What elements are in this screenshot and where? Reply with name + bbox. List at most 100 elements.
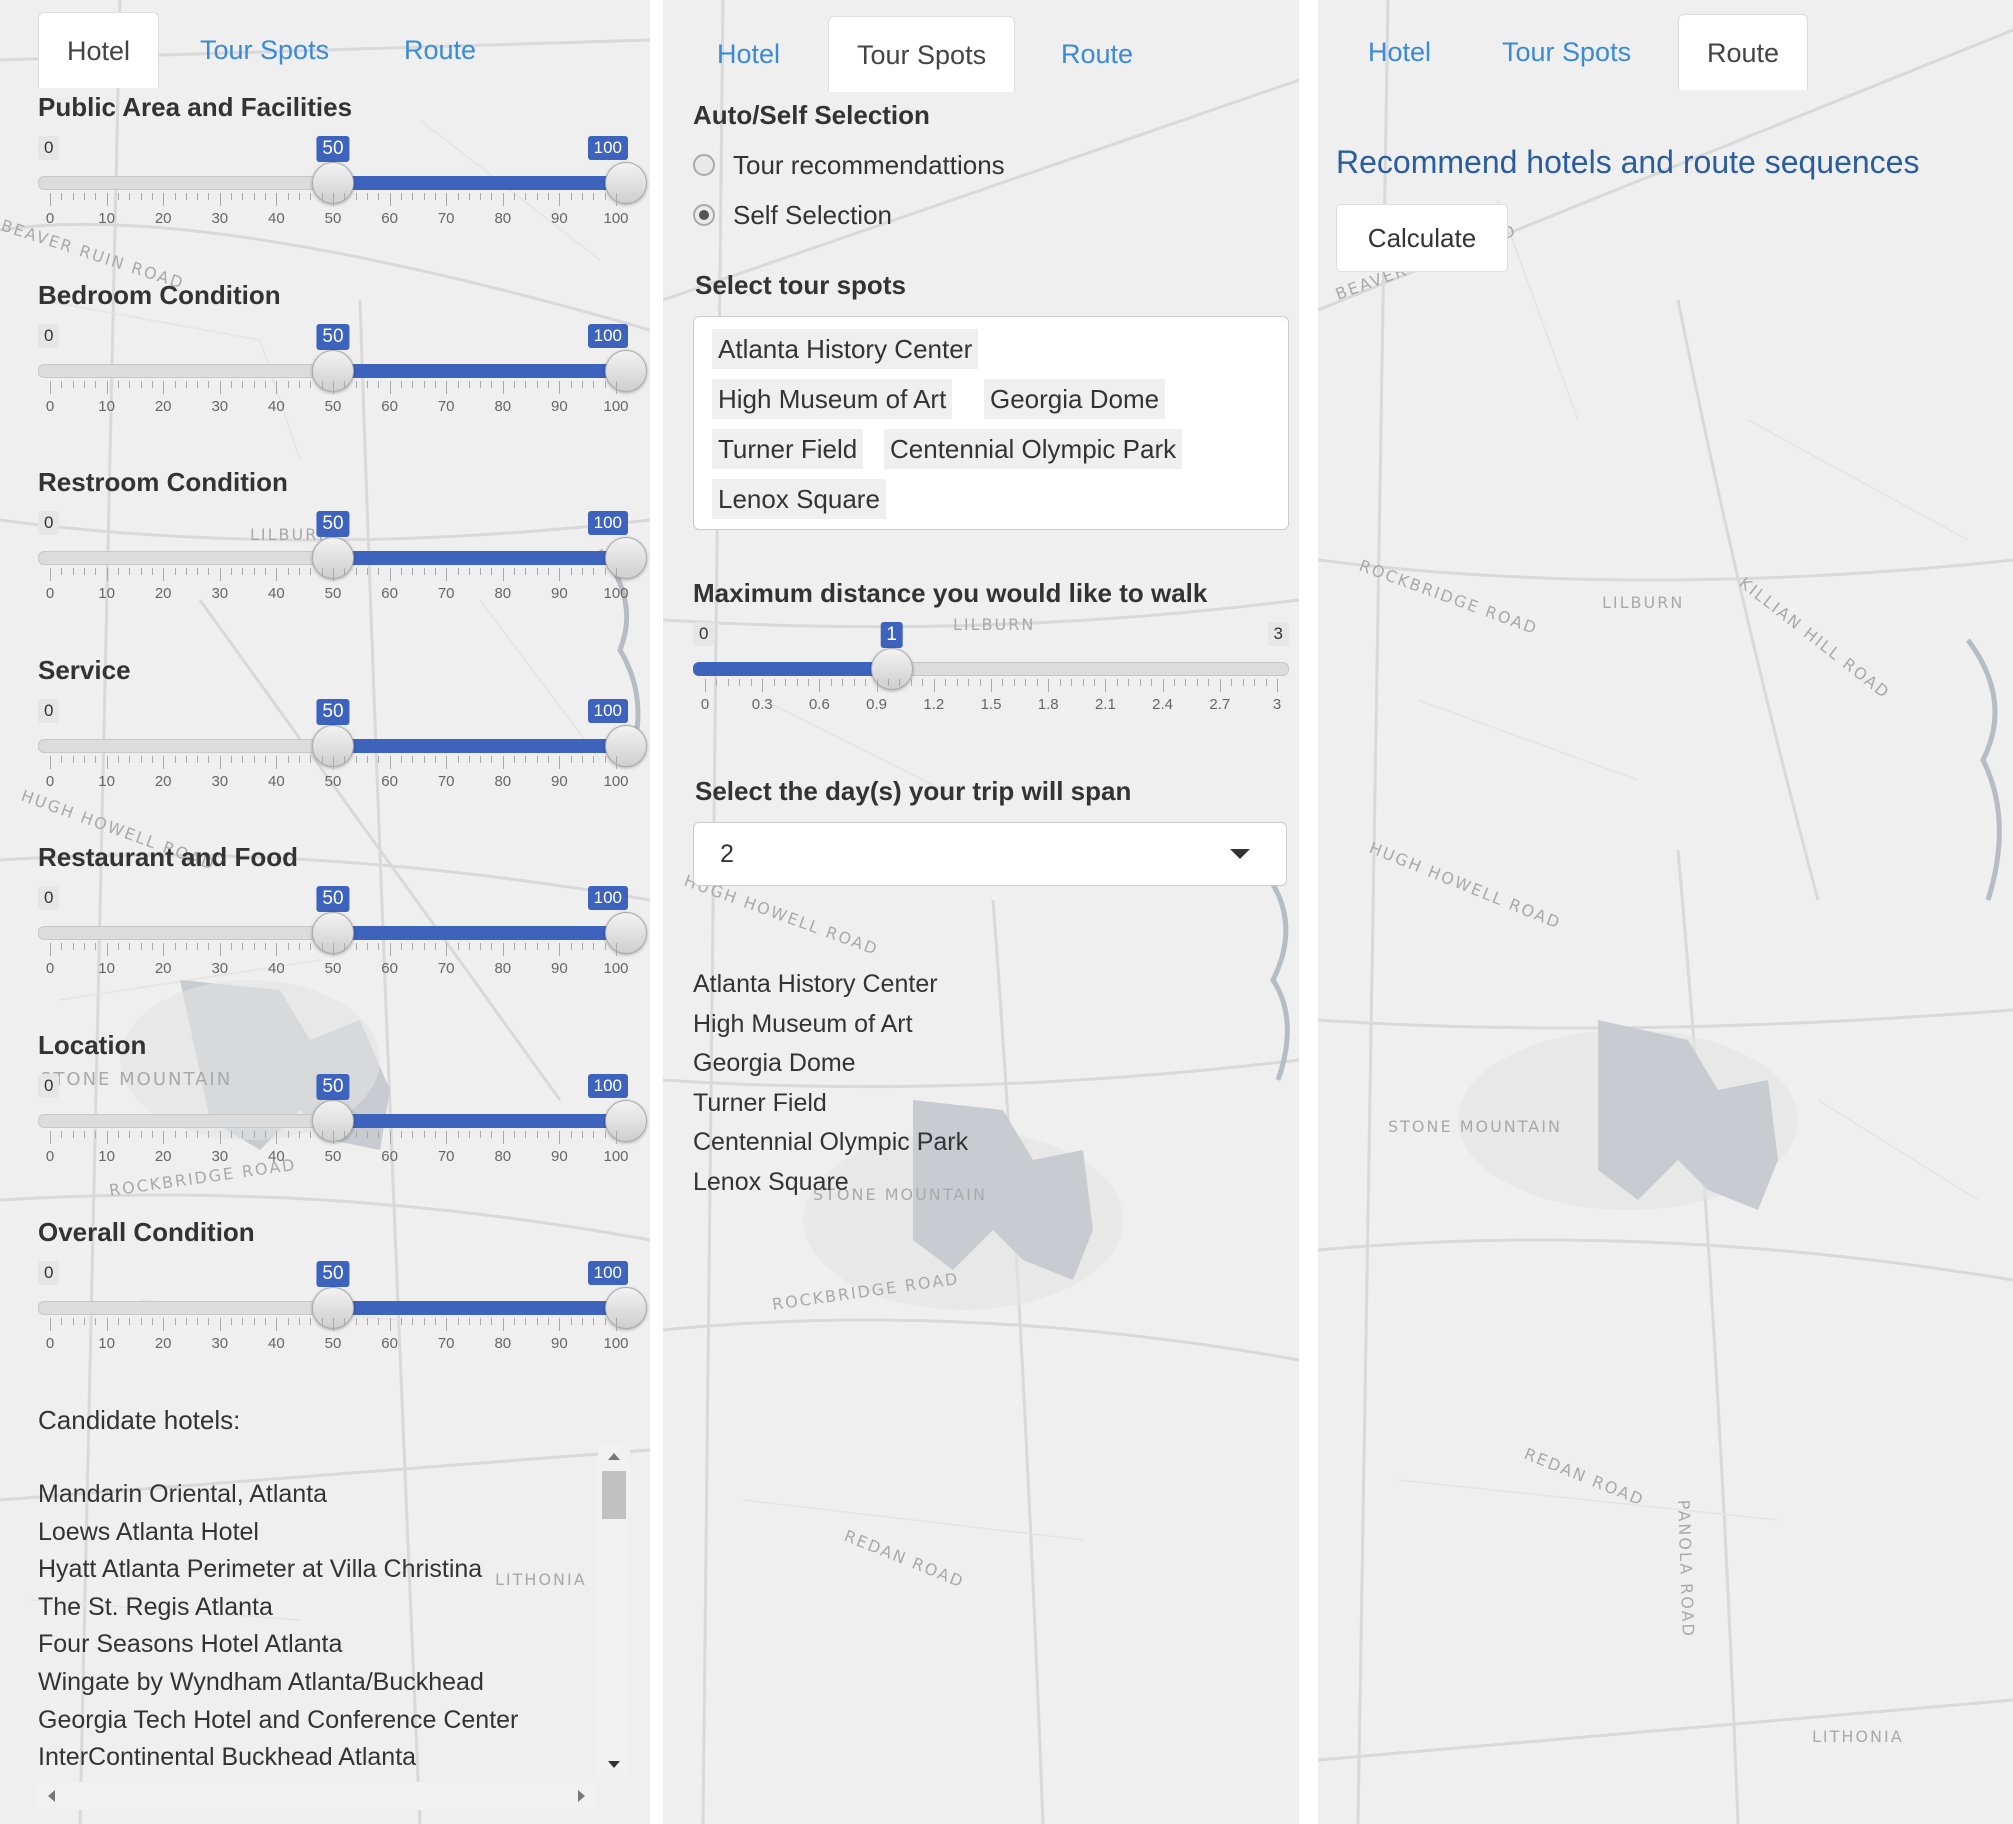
slider-tick	[174, 1130, 176, 1138]
tab-tour-spots[interactable]: Tour Spots	[1474, 14, 1659, 90]
slider-tick	[344, 568, 346, 575]
slider-tick	[50, 943, 51, 956]
scroll-thumb[interactable]	[602, 1471, 626, 1519]
candidate-hotel-item[interactable]: Georgia Tech Hotel and Conference Center	[38, 1706, 518, 1735]
candidate-hotel-item[interactable]: Loews Atlanta Hotel	[38, 1518, 259, 1547]
slider-tick	[310, 380, 312, 388]
radio-label-self-selection[interactable]: Self Selection	[733, 200, 892, 231]
slider-tick-label: 10	[98, 1147, 115, 1165]
route-heading: Recommend hotels and route sequences	[1336, 144, 1920, 180]
radio-tour-recommendations[interactable]	[693, 154, 715, 176]
slider-tick	[117, 943, 119, 950]
walk-distance-slider[interactable]: 0 3 1 0 0.3 0.6 0.9 1.2 1.5 1.8 2.1 2.4 2.7 3	[693, 622, 1289, 732]
slider-tick	[616, 755, 617, 769]
candidate-list-hscrollbar[interactable]	[38, 1782, 598, 1810]
hotel-range-slider[interactable]: 0 100 50 0 10 20 30 40 50 60 70 80 90 100	[38, 136, 647, 246]
slider-tick	[434, 380, 436, 388]
selected-spot-chip[interactable]: Georgia Dome	[984, 379, 1166, 419]
slider-tick	[604, 568, 606, 575]
slider-tick	[174, 380, 176, 388]
slider-tick	[502, 943, 504, 956]
slider-tick	[174, 193, 176, 200]
tab-tour-spots[interactable]: Tour Spots	[172, 12, 357, 88]
slider-tick-label: 0	[45, 772, 55, 790]
slider-tick-label: 20	[154, 585, 172, 602]
slider-tick	[310, 755, 312, 763]
candidate-hotel-item[interactable]: The St. Regis Atlanta	[38, 1593, 273, 1622]
select-tour-spots-title: Select tour spots	[695, 270, 906, 300]
tab-route[interactable]: Route	[376, 12, 504, 88]
candidate-hotel-item[interactable]: Mandarin Oriental, Atlanta	[38, 1480, 327, 1509]
slider-tick	[83, 755, 85, 763]
slider-tick-label: 70	[437, 960, 455, 977]
candidate-hotel-item[interactable]: Four Seasons Hotel Atlanta	[38, 1630, 342, 1659]
slider-tick	[276, 193, 278, 206]
selected-spot-chip[interactable]: Centennial Olympic Park	[884, 429, 1183, 469]
candidate-hotel-item[interactable]: InterContinental Buckhead Atlanta	[38, 1743, 416, 1772]
slider-min-label: 0	[38, 886, 60, 910]
slider-tick	[446, 755, 448, 769]
candidate-hotel-item[interactable]: Hyatt Atlanta Perimeter at Villa Christi…	[38, 1555, 482, 1584]
slider-title: Overall Condition	[38, 1217, 255, 1247]
slider-tick-label: 40	[268, 1147, 285, 1165]
slider-tick	[219, 755, 221, 769]
slider-tick	[400, 568, 402, 575]
slider-tick-label: 70	[437, 1147, 455, 1165]
slider-tick-label: 10	[98, 397, 115, 415]
selected-spot-chip[interactable]: High Museum of Art	[712, 379, 953, 419]
tab-route[interactable]: Route	[1678, 14, 1809, 90]
tour-spots-multiselect[interactable]: Atlanta History Center High Museum of Art…	[693, 316, 1289, 530]
slider-tick	[457, 1130, 459, 1138]
candidate-hotel-item[interactable]: Wingate by Wyndham Atlanta/Buckhead	[38, 1668, 484, 1697]
slider-max-label: 100	[587, 1073, 628, 1098]
radio-self-selection[interactable]	[693, 204, 715, 226]
scroll-right-arrow-icon[interactable]	[578, 1790, 585, 1802]
slider-tick	[434, 1130, 436, 1138]
scroll-left-arrow-icon[interactable]	[48, 1790, 55, 1802]
slider-tick	[853, 679, 855, 686]
slider-tick-label: 90	[551, 960, 568, 977]
slider-tick	[491, 1130, 493, 1138]
hotel-range-slider[interactable]: 0 100 50 0 10 20 30 40 50 60 70 80 90 100	[38, 698, 647, 809]
hotel-range-slider[interactable]: 0 100 50 0 10 20 30 40 50 60 70 80 90 100	[38, 1073, 647, 1184]
slider-tick	[1059, 679, 1061, 686]
calculate-button[interactable]: Calculate	[1336, 204, 1508, 272]
slider-tick	[582, 755, 584, 763]
slider-tick	[231, 568, 233, 575]
slider-tick	[604, 1318, 606, 1325]
slider-tick	[559, 380, 561, 394]
radio-label-tour-recommendations[interactable]: Tour recommendattions	[733, 150, 1005, 181]
hotel-range-slider[interactable]: 0 100 50 0 10 20 30 40 50 60 70 80 90 100	[38, 1261, 647, 1371]
slider-tick	[129, 943, 131, 950]
hotel-range-slider[interactable]: 0 100 50 0 10 20 30 40 50 60 70 80 90 100	[38, 511, 647, 621]
slider-tick	[548, 380, 550, 388]
slider-tick-label: 30	[211, 585, 229, 602]
tab-hotel[interactable]: Hotel	[689, 16, 808, 92]
slider-tick	[468, 193, 470, 200]
scroll-down-arrow-icon[interactable]	[608, 1761, 620, 1768]
slider-tick	[219, 943, 221, 956]
tab-hotel[interactable]: Hotel	[38, 12, 160, 88]
tab-tour-spots[interactable]: Tour Spots	[828, 16, 1016, 92]
tab-route[interactable]: Route	[1033, 16, 1161, 92]
slider-tick	[366, 568, 368, 575]
slider-max-label: 100	[587, 511, 628, 535]
selected-spot-chip[interactable]: Turner Field	[712, 429, 864, 469]
trip-days-select[interactable]: 2	[693, 822, 1287, 886]
slider-tick	[117, 380, 119, 388]
slider-tick-label: 60	[381, 960, 398, 977]
slider-tick-label: 2.4	[1152, 696, 1174, 713]
selected-spot-chip[interactable]: Lenox Square	[712, 479, 886, 519]
slider-tick	[129, 380, 131, 388]
hotel-range-slider[interactable]: 0 100 50 0 10 20 30 40 50 60 70 80 90 100	[38, 886, 647, 996]
tab-hotel[interactable]: Hotel	[1340, 14, 1459, 90]
candidate-list-scrollbar[interactable]	[598, 1445, 630, 1775]
scroll-up-arrow-icon[interactable]	[608, 1453, 620, 1460]
slider-tick-label: 100	[603, 397, 629, 415]
selected-spot-chip[interactable]: Atlanta History Center	[712, 329, 979, 369]
slider-tick	[355, 755, 357, 763]
slider-tick	[582, 568, 584, 575]
hotel-range-slider[interactable]: 0 100 50 0 10 20 30 40 50 60 70 80 90 100	[38, 323, 647, 434]
slider-tick	[525, 380, 527, 388]
slider-tick	[321, 755, 323, 763]
